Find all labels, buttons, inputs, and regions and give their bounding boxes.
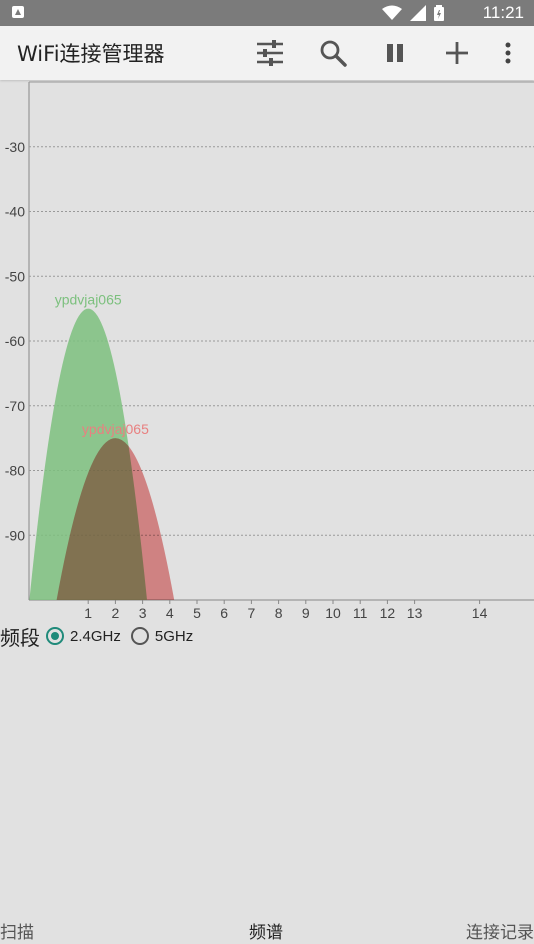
x-tick-label: 8 xyxy=(275,605,283,620)
tab-spectrum[interactable]: 频谱 xyxy=(249,918,283,943)
bottom-nav: 扫描 频谱 连接记录 xyxy=(0,916,534,944)
y-tick-label: -70 xyxy=(5,398,25,414)
band-selector: 频段 2.4GHz 5GHz xyxy=(0,622,203,650)
x-tick-label: 12 xyxy=(380,605,396,620)
add-button[interactable] xyxy=(440,36,474,70)
app-toolbar: WiFi连接管理器 xyxy=(0,26,534,80)
x-tick-label: 11 xyxy=(353,605,368,620)
filter-button[interactable] xyxy=(253,36,287,70)
add-icon xyxy=(446,42,468,64)
search-icon xyxy=(320,40,347,67)
spectrum-chart: -30 -40 -50 -60 -70 -80 -90 1 2 3 4 5 6 7 8 9 10 11 12 13 14… xyxy=(0,80,534,620)
more-vert-icon xyxy=(505,42,511,64)
app-title: WiFi连接管理器 xyxy=(17,42,165,66)
y-tick-label: -60 xyxy=(5,333,25,349)
x-tick-label: 5 xyxy=(193,605,201,620)
x-tick-label: 7 xyxy=(248,605,256,620)
x-tick-label: 9 xyxy=(302,605,310,620)
y-tick-label: -90 xyxy=(5,527,25,543)
status-time: 11:21 xyxy=(482,3,524,22)
tab-scan[interactable]: 扫描 xyxy=(0,918,34,943)
x-tick-label: 6 xyxy=(220,605,228,620)
radio-2-4ghz[interactable] xyxy=(46,627,64,645)
signal-icon xyxy=(410,5,426,21)
pause-icon xyxy=(387,44,403,62)
battery-icon xyxy=(434,5,444,21)
radio-2-4ghz-label[interactable]: 2.4GHz xyxy=(70,628,121,645)
tab-connection-history[interactable]: 连接记录 xyxy=(466,918,534,943)
status-bar: 11:21 xyxy=(0,0,534,26)
y-tick-label: -40 xyxy=(5,204,25,220)
y-tick-label: -80 xyxy=(5,463,25,479)
band-label: 频段 xyxy=(0,625,40,650)
wifi-icon xyxy=(382,5,402,20)
app-notification-icon xyxy=(12,6,24,18)
search-button[interactable] xyxy=(316,36,350,70)
x-tick-label: 10 xyxy=(325,605,341,620)
y-tick-label: -30 xyxy=(5,139,25,155)
more-options-button[interactable] xyxy=(491,36,525,70)
y-tick-label: -50 xyxy=(5,268,25,284)
x-tick-label: 3 xyxy=(139,605,147,620)
x-tick-label: 1 xyxy=(84,605,92,620)
series-label: ypdvjaj065 xyxy=(82,421,149,437)
x-tick-label: 4 xyxy=(166,605,174,620)
series-label: ypdvjaj065 xyxy=(55,292,122,308)
spectrum-chart-svg: -30-40-50-60-70-80-901 2 3 4 5 6 7 8 9 10 11 12 13 14… xyxy=(5,81,534,620)
radio-5ghz[interactable] xyxy=(130,627,149,645)
pause-button[interactable] xyxy=(378,36,412,70)
x-tick-label: 2 xyxy=(112,605,120,620)
radio-5ghz-label[interactable]: 5GHz xyxy=(155,628,193,645)
filter-icon xyxy=(257,40,283,66)
x-tick-label: 14 xyxy=(472,605,488,620)
x-tick-label: 13 xyxy=(407,605,423,620)
